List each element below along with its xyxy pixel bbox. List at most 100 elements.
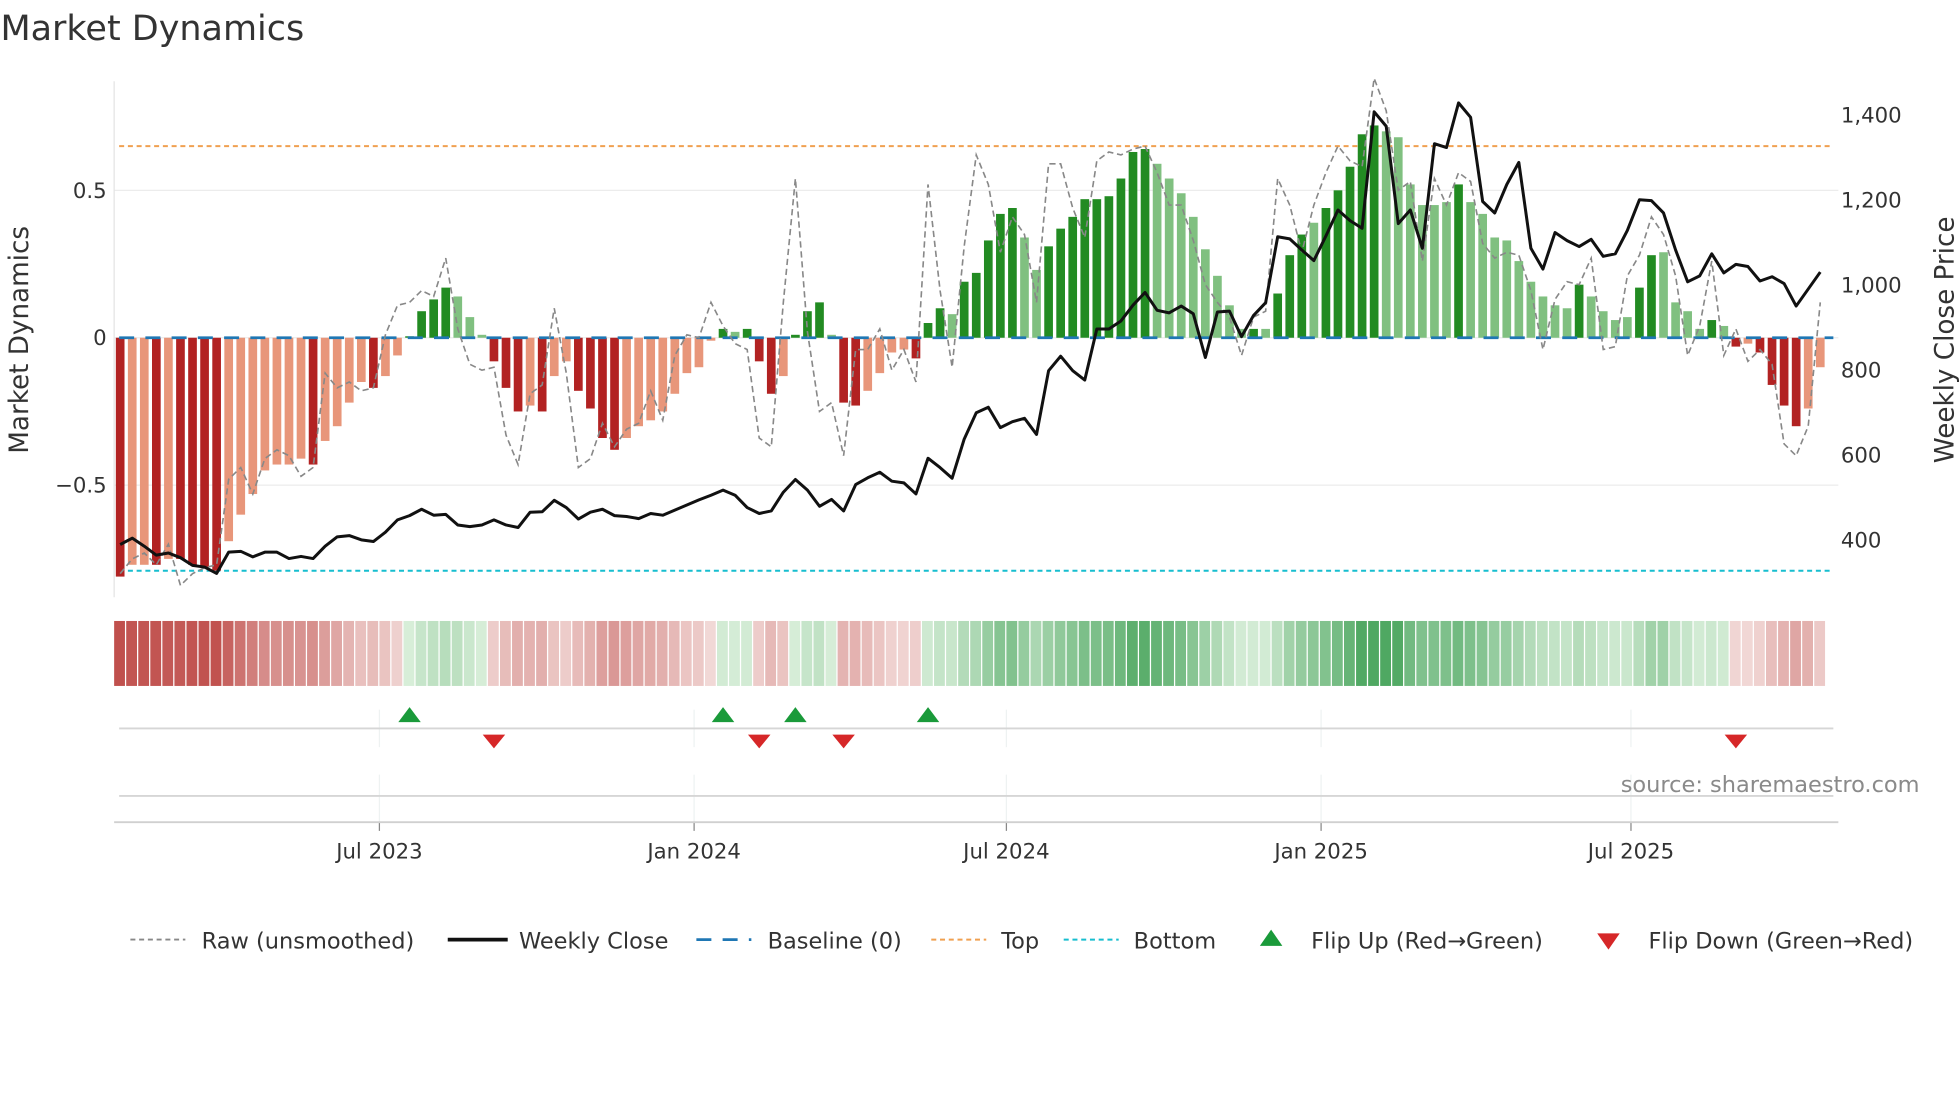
heat-cell (1066, 620, 1078, 686)
dynamics-bar (1442, 202, 1451, 338)
dynamics-bar (320, 337, 330, 441)
heat-cell (1283, 620, 1295, 686)
dynamics-bar (212, 337, 221, 571)
dynamics-bar (344, 337, 354, 403)
heat-cell (282, 620, 294, 686)
heat-cell (921, 620, 933, 686)
dynamics-bar (1032, 269, 1041, 338)
y-tick-label: −0.5 (55, 474, 107, 499)
heat-cell (258, 620, 270, 686)
heat-cell (355, 620, 367, 686)
dynamics-bar (622, 337, 631, 439)
heat-cell (439, 620, 451, 686)
heat-cell (174, 620, 186, 686)
legend-item-flip-down: Flip Down (Green→Red) (1597, 928, 1913, 954)
flip-up-marker (398, 707, 421, 723)
heat-cell (1404, 620, 1416, 686)
heat-cell (1681, 620, 1693, 686)
heat-cell (475, 620, 487, 686)
heat-strip (114, 620, 1826, 686)
dynamics-bar (1068, 216, 1078, 338)
dynamics-bar (875, 337, 885, 374)
dynamics-bar (1369, 125, 1379, 338)
legend-item-top: Top (931, 928, 1039, 954)
heat-cell (825, 620, 837, 686)
dynamics-bar (1478, 213, 1488, 338)
x-tick-label: Jan 2025 (1272, 839, 1368, 864)
heat-cell (1368, 620, 1379, 686)
dynamics-bar (1405, 184, 1415, 338)
heat-cell (1090, 620, 1102, 686)
heat-cell (1114, 620, 1126, 686)
heat-cell (1753, 620, 1765, 686)
heat-cell (1271, 620, 1283, 686)
heat-cell (1247, 620, 1259, 686)
heat-cell (982, 620, 994, 686)
dynamics-bar (176, 337, 185, 559)
dynamics-bar (1454, 184, 1463, 338)
heat-cell (1585, 620, 1596, 686)
heat-cell (1307, 620, 1319, 686)
heat-cell (1657, 620, 1669, 686)
heat-cell (765, 620, 777, 686)
dynamics-bar (188, 337, 197, 565)
dynamics-bar (489, 337, 499, 362)
y-axis-label: Market Dynamics (5, 226, 35, 454)
dynamics-bar (634, 337, 643, 427)
heat-cell (487, 620, 499, 686)
heat-cell (572, 620, 584, 686)
legend-label: Baseline (0) (768, 928, 902, 954)
dynamics-bar (441, 287, 451, 338)
heat-cell (885, 620, 897, 686)
heat-cell (1126, 620, 1138, 686)
heat-cell (1524, 620, 1536, 686)
dynamics-bar (1598, 311, 1608, 338)
dynamics-bar (839, 337, 848, 403)
dynamics-bars (115, 125, 1834, 577)
dynamics-bar (1779, 337, 1789, 406)
heat-cell (1609, 620, 1621, 686)
heat-cell (524, 620, 535, 686)
y-right-tick-label: 600 (1841, 443, 1882, 468)
dynamics-bar (453, 296, 463, 338)
heat-cell (331, 620, 342, 686)
heat-cell (849, 620, 861, 686)
heat-cell (1139, 620, 1150, 686)
dynamics-bar (525, 337, 535, 406)
heat-cell (741, 620, 752, 686)
heat-cell (1259, 620, 1271, 686)
flip-down-marker (1724, 734, 1748, 749)
heat-cell (391, 620, 403, 686)
dynamics-bar (1815, 337, 1825, 368)
heat-cell (126, 620, 138, 686)
heat-cell (632, 620, 644, 686)
heat-cell (668, 620, 680, 686)
heat-cell (162, 620, 174, 686)
dynamics-bar (1008, 208, 1017, 338)
dynamics-bar (1635, 287, 1644, 338)
dynamics-bar (152, 337, 161, 565)
heat-cell (1814, 620, 1826, 686)
heat-cell (1428, 620, 1440, 686)
heat-cell (1211, 620, 1223, 686)
heat-cell (1645, 620, 1657, 686)
heat-cell (1392, 620, 1404, 686)
y-tick-label: 0 (93, 326, 107, 351)
dynamics-bar (610, 337, 619, 450)
dynamics-bar (586, 337, 595, 409)
dynamics-bar (465, 317, 475, 338)
heat-cell (1452, 620, 1464, 686)
heat-cell (777, 620, 789, 686)
heat-cell (427, 620, 439, 686)
dynamics-bar (1502, 240, 1512, 338)
dynamics-bar (791, 334, 800, 338)
heat-cell (403, 620, 415, 686)
legend-item-baseline: Baseline (0) (696, 928, 902, 954)
legend-label: Raw (unsmoothed) (202, 928, 415, 954)
dynamics-bar (139, 337, 149, 565)
dynamics-bar (766, 337, 776, 394)
heat-cell (801, 620, 813, 686)
heat-cell (246, 620, 258, 686)
heat-cell (1536, 620, 1548, 686)
heat-cell (1717, 620, 1729, 686)
